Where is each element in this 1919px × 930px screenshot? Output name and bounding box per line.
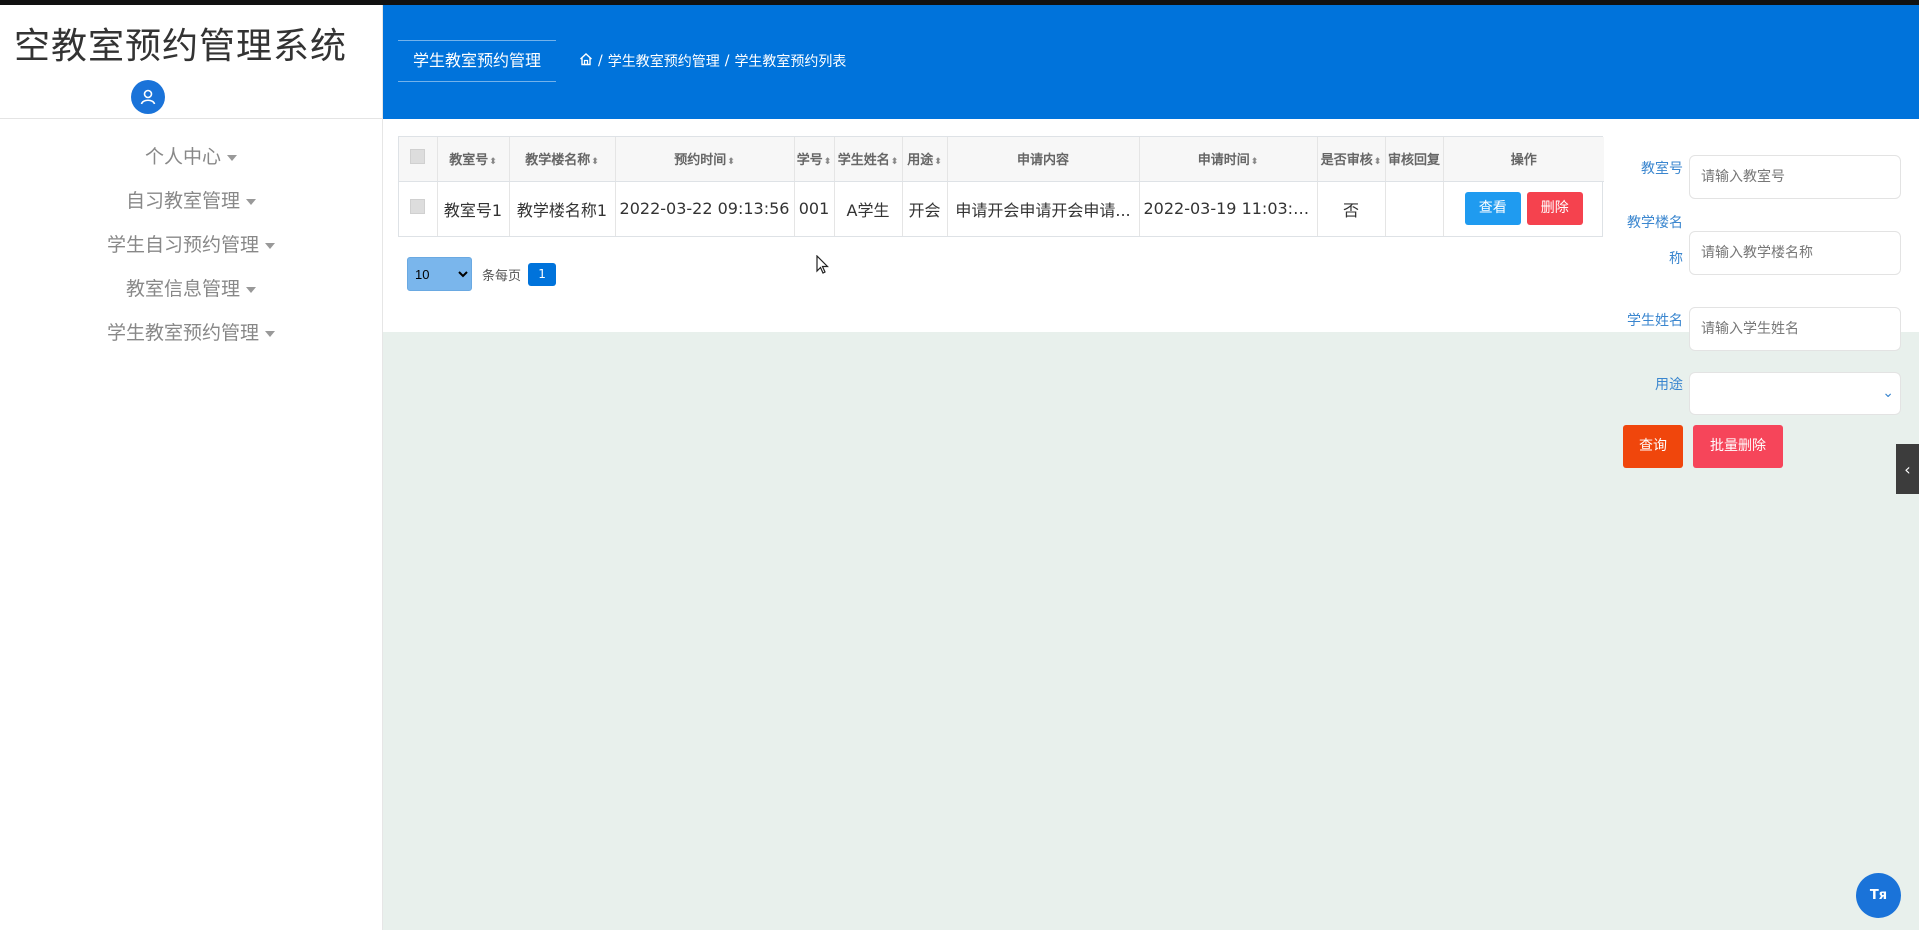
column-header[interactable]: 学号⬍ — [794, 137, 835, 182]
app-title: 空教室预约管理系统 — [14, 26, 348, 67]
page-title: 学生教室预约管理 — [398, 40, 557, 82]
column-header[interactable]: 用途⬍ — [902, 137, 948, 182]
cell-purpose: 开会 — [902, 181, 948, 236]
sidebar-item-classroom-reservation[interactable]: 学生教室预约管理 — [0, 311, 382, 355]
reservation-table: 教室号⬍ 教学楼名称⬍ 预约时间⬍ 学号⬍ 学生姓名⬍ 用途⬍ 申请内容 申请时… — [398, 136, 1604, 237]
classroom-label: 教室号 — [1641, 161, 1683, 177]
breadcrumb-item[interactable]: 学生教室预约管理 — [608, 51, 720, 71]
home-icon[interactable] — [579, 52, 593, 70]
sort-icon: ⬍ — [489, 157, 497, 168]
breadcrumb-separator: / — [724, 53, 730, 69]
collapse-panel-icon[interactable]: ‹ — [1896, 444, 1919, 494]
column-header[interactable]: 教室号⬍ — [437, 137, 510, 182]
top-header: 学生教室预约管理 / 学生教室预约管理 / 学生教室预约列表 — [383, 5, 1919, 119]
column-header: 操作 — [1443, 137, 1604, 182]
batch-delete-button[interactable]: 批量删除 — [1693, 425, 1783, 468]
table-header-row: 教室号⬍ 教学楼名称⬍ 预约时间⬍ 学号⬍ 学生姓名⬍ 用途⬍ 申请内容 申请时… — [399, 137, 1604, 182]
query-button[interactable]: 查询 — [1623, 425, 1683, 468]
sort-icon: ⬍ — [823, 157, 832, 168]
column-header[interactable]: 教学楼名称⬍ — [509, 137, 616, 182]
column-header: 审核回复 — [1385, 137, 1444, 182]
cell-apply-time: 2022-03-19 11:03:56 — [1139, 181, 1318, 236]
sort-icon: ⬍ — [1250, 157, 1259, 168]
student-name-label: 学生姓名 — [1627, 313, 1683, 329]
sidebar-item-personal-center[interactable]: 个人中心 — [0, 135, 382, 179]
breadcrumb-separator: / — [598, 53, 603, 69]
cell-reply — [1385, 181, 1444, 236]
view-button[interactable]: 查看 — [1464, 192, 1521, 226]
delete-button[interactable]: 删除 — [1526, 192, 1583, 226]
purpose-label: 用途 — [1655, 377, 1683, 393]
purpose-select[interactable]: ⌄ — [1689, 372, 1901, 415]
caret-down-icon — [246, 198, 256, 205]
cell-classroom: 教室号1 — [437, 181, 510, 236]
translate-icon[interactable]: Tя — [1856, 873, 1901, 918]
classroom-input[interactable] — [1689, 155, 1901, 199]
select-all-checkbox[interactable] — [399, 137, 438, 182]
per-page-label: 条每页 — [482, 268, 522, 284]
building-input[interactable] — [1689, 231, 1901, 275]
cell-student-no: 001 — [794, 181, 835, 236]
sidebar-menu: 个人中心 自习教室管理 学生自习预约管理 教室信息管理 学生教室预约管理 — [0, 119, 382, 355]
caret-down-icon — [246, 286, 256, 293]
brand-area: 空教室预约管理系统 — [0, 5, 382, 119]
cell-audited: 否 — [1317, 181, 1386, 236]
sort-icon: ⬍ — [1373, 157, 1382, 168]
sidebar: 空教室预约管理系统 个人中心 自习教室管理 学生自习预约管理 教室信息管理 学生… — [0, 5, 383, 930]
cell-building: 教学楼名称1 — [509, 181, 616, 236]
column-header[interactable]: 是否审核⬍ — [1317, 137, 1386, 182]
user-avatar-icon[interactable] — [131, 80, 165, 114]
student-name-input[interactable] — [1689, 307, 1901, 351]
cell-reserve-time: 2022-03-22 09:13:56 — [615, 181, 795, 236]
column-header[interactable]: 学生姓名⬍ — [834, 137, 903, 182]
cell-student-name: A学生 — [834, 181, 903, 236]
building-label: 教学楼名 称 — [1627, 215, 1683, 267]
caret-down-icon — [265, 242, 275, 249]
table-row: 教室号1 教学楼名称1 2022-03-22 09:13:56 001 A学生 … — [399, 181, 1604, 236]
cell-content: 申请开会申请开会申请... — [947, 181, 1140, 236]
sidebar-item-study-reservation[interactable]: 学生自习预约管理 — [0, 223, 382, 267]
caret-down-icon — [265, 330, 275, 337]
page-size-select[interactable]: 10 — [407, 257, 472, 291]
column-header: 申请内容 — [947, 137, 1140, 182]
pagination: 10 条每页 1 — [407, 257, 557, 291]
top-border — [0, 0, 1919, 5]
sort-icon: ⬍ — [890, 157, 899, 168]
sort-icon: ⬍ — [934, 157, 942, 168]
column-header[interactable]: 预约时间⬍ — [615, 137, 795, 182]
sort-icon: ⬍ — [591, 157, 599, 168]
chevron-down-icon: ⌄ — [1882, 385, 1894, 401]
page-number-button[interactable]: 1 — [528, 262, 557, 286]
sidebar-item-classroom-info[interactable]: 教室信息管理 — [0, 267, 382, 311]
sidebar-item-study-room[interactable]: 自习教室管理 — [0, 179, 382, 223]
column-header[interactable]: 申请时间⬍ — [1139, 137, 1318, 182]
caret-down-icon — [227, 154, 237, 161]
row-checkbox[interactable] — [399, 181, 438, 236]
cell-actions: 查看 删除 — [1443, 181, 1604, 236]
sort-icon: ⬍ — [727, 157, 735, 168]
breadcrumb-current: 学生教室预约列表 — [734, 54, 847, 70]
mouse-cursor-icon — [816, 255, 829, 274]
breadcrumb: / 学生教室预约管理 / 学生教室预约列表 — [579, 51, 846, 71]
